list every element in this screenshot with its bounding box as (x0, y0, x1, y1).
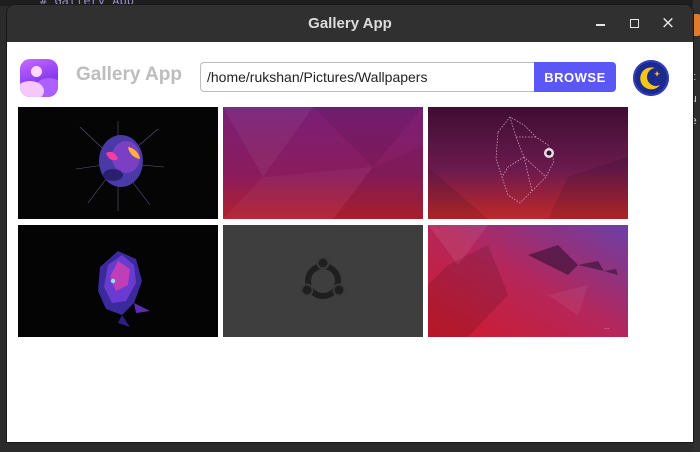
app-content: Gallery App BROWSE (7, 42, 693, 442)
gallery-image[interactable] (428, 107, 628, 219)
gallery-image[interactable] (223, 225, 423, 337)
maximize-button[interactable] (619, 12, 649, 36)
gallery-logo-icon (20, 59, 58, 97)
minimize-icon (595, 24, 605, 26)
gallery-image[interactable] (18, 107, 218, 219)
app-window: Gallery App × Gallery App BROWSE (7, 5, 693, 442)
gallery-image[interactable] (223, 107, 423, 219)
maximize-icon (629, 19, 639, 28)
svg-text:···: ··· (604, 326, 610, 333)
path-input[interactable] (200, 62, 534, 92)
minimize-button[interactable] (585, 12, 615, 36)
browse-button[interactable]: BROWSE (534, 62, 616, 92)
gallery-image[interactable]: ··· (428, 225, 628, 337)
title-bar[interactable]: Gallery App × (7, 5, 693, 42)
theme-toggle-button[interactable] (633, 60, 669, 96)
close-icon: × (660, 13, 676, 33)
close-button[interactable]: × (653, 12, 683, 36)
gallery-image[interactable] (18, 225, 218, 337)
app-name-heading: Gallery App (76, 64, 182, 85)
window-title: Gallery App (308, 15, 392, 32)
moon-icon (640, 67, 661, 90)
app-toolbar: Gallery App BROWSE (7, 42, 693, 112)
window-controls: × (585, 5, 683, 42)
